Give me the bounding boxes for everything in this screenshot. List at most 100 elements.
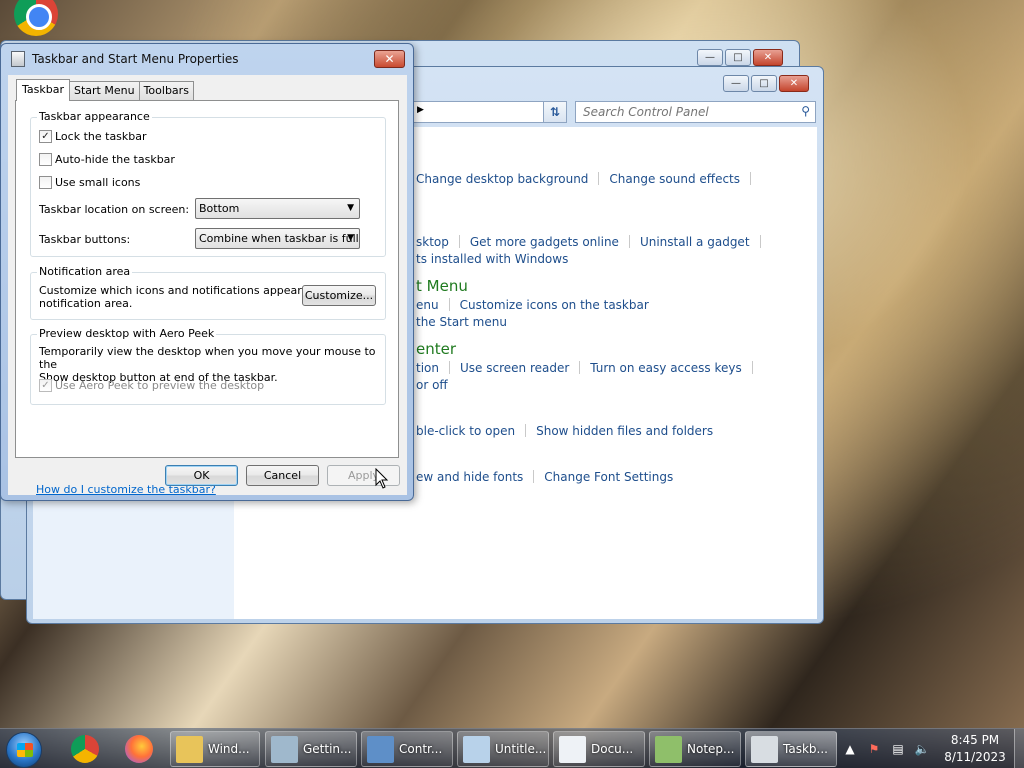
volume-muted-icon[interactable]: 🔈	[914, 741, 930, 757]
show-hidden-icons-icon[interactable]: ▲	[842, 741, 858, 757]
window-caption-buttons: — □ ✕	[697, 49, 783, 66]
small-icons-checkbox-row[interactable]: Use small icons	[39, 176, 140, 189]
group-title: Preview desktop with Aero Peek	[37, 327, 217, 340]
pinned-chrome[interactable]	[62, 733, 106, 766]
link-separator	[598, 172, 600, 185]
auto-hide-checkbox-row[interactable]: Auto-hide the taskbar	[39, 153, 175, 166]
chevron-down-icon: ▼	[347, 233, 354, 243]
link-separator	[750, 172, 752, 185]
link-single-double-click[interactable]: ble-click to open	[416, 424, 515, 438]
category-heading-taskbar-start-menu[interactable]: t Menu	[416, 277, 468, 295]
control-panel-icon	[367, 736, 394, 763]
chrome-icon	[14, 0, 58, 36]
ok-button[interactable]: OK	[165, 465, 238, 486]
maximize-button[interactable]: □	[751, 75, 777, 92]
link-use-screen-reader[interactable]: Use screen reader	[460, 361, 569, 375]
minimize-button[interactable]: —	[697, 49, 723, 66]
taskbar-appearance-group: Taskbar appearance ✓ Lock the taskbar Au…	[30, 110, 386, 257]
taskbar-buttons-select[interactable]: Combine when taskbar is full ▼	[195, 228, 360, 249]
maximize-button[interactable]: □	[725, 49, 751, 66]
task-label: Contr...	[399, 742, 443, 756]
task-taskbar-properties[interactable]: Taskb...	[745, 731, 837, 767]
link-customize-taskbar-icons[interactable]: Customize icons on the taskbar	[460, 298, 649, 312]
tab-toolbars[interactable]: Toolbars	[138, 81, 194, 101]
search-box[interactable]: ⚲	[575, 101, 816, 123]
dialog-body: Taskbar Start Menu Toolbars Taskbar appe…	[8, 75, 407, 496]
link-get-more-gadgets[interactable]: Get more gadgets online	[470, 235, 619, 249]
small-icons-checkbox[interactable]	[39, 176, 52, 189]
search-input[interactable]	[576, 102, 786, 122]
link-change-desktop-background[interactable]: Change desktop background	[416, 172, 588, 186]
category-links-row: tion Use screen reader Turn on easy access…	[416, 361, 763, 375]
taskbar-properties-icon	[11, 51, 25, 67]
chevron-down-icon: ▼	[347, 203, 354, 213]
close-button[interactable]: ✕	[374, 50, 405, 68]
aero-peek-checkbox-row: ✓ Use Aero Peek to preview the desktop	[39, 379, 264, 392]
link-customize-start-menu[interactable]: enu	[416, 298, 439, 312]
task-getting-started[interactable]: Gettin...	[265, 731, 357, 767]
pinned-firefox[interactable]	[116, 733, 160, 766]
link-desktop-gadgets[interactable]: sktop	[416, 235, 449, 249]
lock-taskbar-checkbox-row[interactable]: ✓ Lock the taskbar	[39, 130, 147, 143]
window-caption-buttons: — □ ✕	[723, 75, 809, 92]
link-uninstall-gadget[interactable]: Uninstall a gadget	[640, 235, 750, 249]
link-separator	[759, 235, 761, 248]
group-title: Notification area	[37, 265, 133, 278]
link-easy-access-keys[interactable]: Turn on easy access keys	[590, 361, 741, 375]
breadcrumb-arrow-icon: ▶	[417, 105, 424, 115]
clock-time: 8:45 PM	[950, 733, 1000, 747]
start-button[interactable]	[6, 732, 42, 768]
taskbar-location-select[interactable]: Bottom ▼	[195, 198, 360, 219]
task-notepad[interactable]: Notep...	[649, 731, 741, 767]
tab-taskbar[interactable]: Taskbar	[16, 79, 70, 101]
refresh-button[interactable]: ⇅	[543, 101, 567, 123]
task-windows-explorer[interactable]: Wind...	[170, 731, 260, 767]
task-label: Docu...	[591, 742, 634, 756]
task-wordpad[interactable]: Docu...	[553, 731, 645, 767]
link-accommodate-low-vision[interactable]: tion	[416, 361, 439, 375]
notification-description-line: notification area.	[39, 297, 133, 310]
lock-taskbar-label: Lock the taskbar	[55, 130, 147, 143]
apply-button[interactable]: Apply	[327, 465, 400, 486]
getting-started-icon	[271, 736, 298, 763]
taskbar-buttons-label: Taskbar buttons:	[39, 233, 131, 246]
link-change-start-menu-picture[interactable]: the Start menu	[416, 315, 507, 329]
show-desktop-button[interactable]	[1014, 729, 1024, 768]
link-change-sound-effects[interactable]: Change sound effects	[609, 172, 740, 186]
category-heading-ease-of-access-center[interactable]: enter	[416, 340, 456, 358]
clock[interactable]: 8:45 PM 8/11/2023	[940, 732, 1010, 766]
link-separator	[449, 361, 450, 374]
category-links-row: enu Customize icons on the taskbar	[416, 298, 649, 312]
link-separator	[525, 424, 527, 437]
auto-hide-checkbox[interactable]	[39, 153, 52, 166]
task-control-panel[interactable]: Contr...	[361, 731, 453, 767]
close-button[interactable]: ✕	[753, 49, 783, 66]
customize-button[interactable]: Customize...	[302, 285, 376, 306]
mouse-cursor-icon	[375, 468, 389, 489]
task-paint[interactable]: Untitle...	[457, 731, 549, 767]
windows-logo-icon	[17, 743, 33, 757]
minimize-button[interactable]: —	[723, 75, 749, 92]
task-label: Gettin...	[303, 742, 352, 756]
link-show-hidden-files[interactable]: Show hidden files and folders	[536, 424, 713, 438]
tab-start-menu[interactable]: Start Menu	[69, 81, 140, 101]
desktop-chrome-shortcut[interactable]	[14, 0, 64, 40]
notification-description-line: Customize which icons and notifications …	[39, 284, 337, 297]
lock-taskbar-checkbox[interactable]: ✓	[39, 130, 52, 143]
wordpad-icon	[559, 736, 586, 763]
network-icon[interactable]: ▤	[890, 741, 906, 757]
category-links-row: sktop Get more gadgets online Uninstall a …	[416, 235, 771, 249]
taskbar-properties-dialog: Taskbar and Start Menu Properties ✕ Task…	[0, 43, 414, 501]
action-center-icon[interactable]: ⚑	[866, 741, 882, 757]
link-preview-fonts[interactable]: ew and hide fonts	[416, 470, 523, 484]
cancel-button[interactable]: Cancel	[246, 465, 319, 486]
search-icon[interactable]: ⚲	[801, 104, 810, 118]
link-change-font-settings[interactable]: Change Font Settings	[544, 470, 673, 484]
link-high-contrast[interactable]: or off	[416, 378, 448, 392]
aero-peek-description-line: Temporarily view the desktop when you mo…	[39, 345, 376, 371]
dialog-title: Taskbar and Start Menu Properties	[32, 52, 239, 66]
close-button[interactable]: ✕	[779, 75, 809, 92]
taskbar-location-label: Taskbar location on screen:	[39, 203, 190, 216]
taskbar: Wind... Gettin... Contr... Untitle... Do…	[0, 728, 1024, 768]
link-restore-gadgets[interactable]: ts installed with Windows	[416, 252, 568, 266]
